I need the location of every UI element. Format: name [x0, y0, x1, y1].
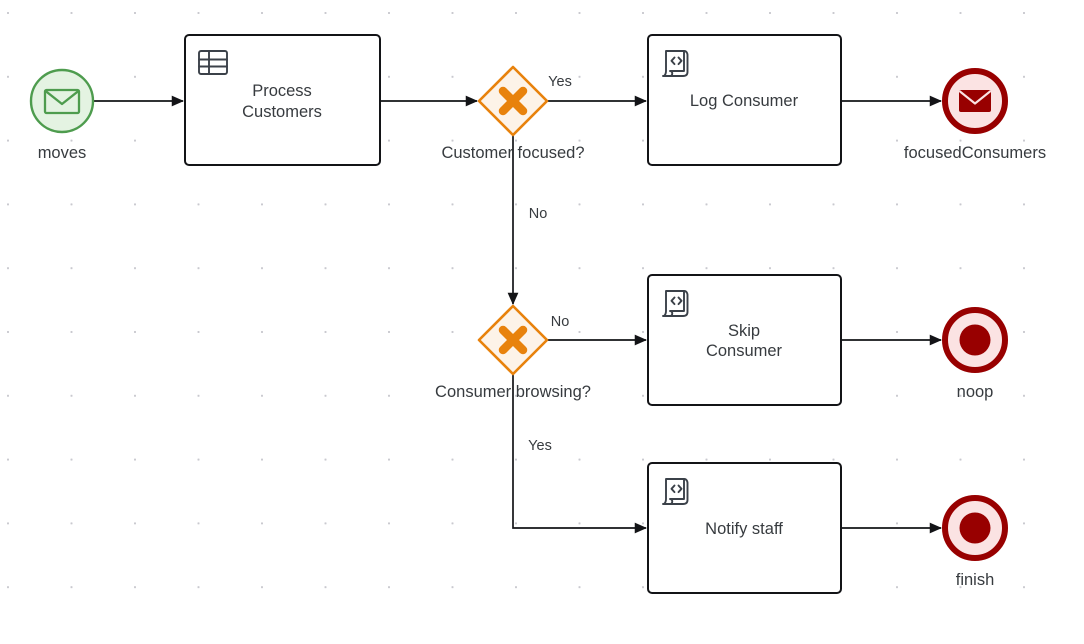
start-event-label: moves: [38, 144, 87, 162]
flow-label-gw2-yes: Yes: [528, 438, 552, 454]
filled-circle-icon: [959, 324, 991, 356]
gateway-customer-focused-label: Customer focused?: [441, 144, 584, 162]
start-event-moves[interactable]: moves: [29, 68, 95, 162]
start-event-circle[interactable]: [29, 68, 95, 134]
task-process-customers-label-line2: Customers: [242, 103, 322, 121]
bpmn-diagram: Yes No No Yes moves Process Customers Cu…: [29, 34, 1046, 594]
task-process-customers-label-line1: Process: [252, 82, 312, 100]
task-notify-staff-label-line1: Notify staff: [705, 520, 783, 538]
end-event-focused-consumers-label: focusedConsumers: [904, 144, 1046, 162]
filled-circle-icon: [959, 512, 991, 544]
end-event-finish[interactable]: finish: [942, 495, 1008, 589]
task-skip-consumer[interactable]: Skip Consumer: [647, 274, 842, 406]
task-skip-consumer-rect[interactable]: [647, 274, 842, 406]
gateway-consumer-browsing-label: Consumer browsing?: [435, 383, 591, 401]
task-log-consumer[interactable]: Log Consumer: [647, 34, 842, 166]
end-event-noop-label: noop: [957, 383, 994, 401]
end-event-noop[interactable]: noop: [942, 307, 1008, 401]
task-process-customers-rect[interactable]: [184, 34, 381, 166]
end-event-focused-consumers[interactable]: focusedConsumers: [904, 68, 1046, 162]
task-notify-staff[interactable]: Notify staff: [647, 462, 842, 594]
flow-label-gw2-no: No: [551, 314, 570, 330]
task-process-customers[interactable]: Process Customers: [184, 34, 381, 166]
envelope-filled-icon: [958, 90, 992, 112]
bpmn-canvas[interactable]: Yes No No Yes moves Process Customers Cu…: [0, 0, 1084, 644]
task-log-consumer-label-line1: Log Consumer: [690, 92, 799, 110]
flow-label-gw1-no: No: [529, 206, 548, 222]
flow-label-gw1-yes: Yes: [548, 74, 572, 90]
end-event-finish-label: finish: [956, 571, 995, 589]
task-skip-consumer-label-line2: Consumer: [706, 342, 783, 360]
task-skip-consumer-label-line1: Skip: [728, 322, 760, 340]
